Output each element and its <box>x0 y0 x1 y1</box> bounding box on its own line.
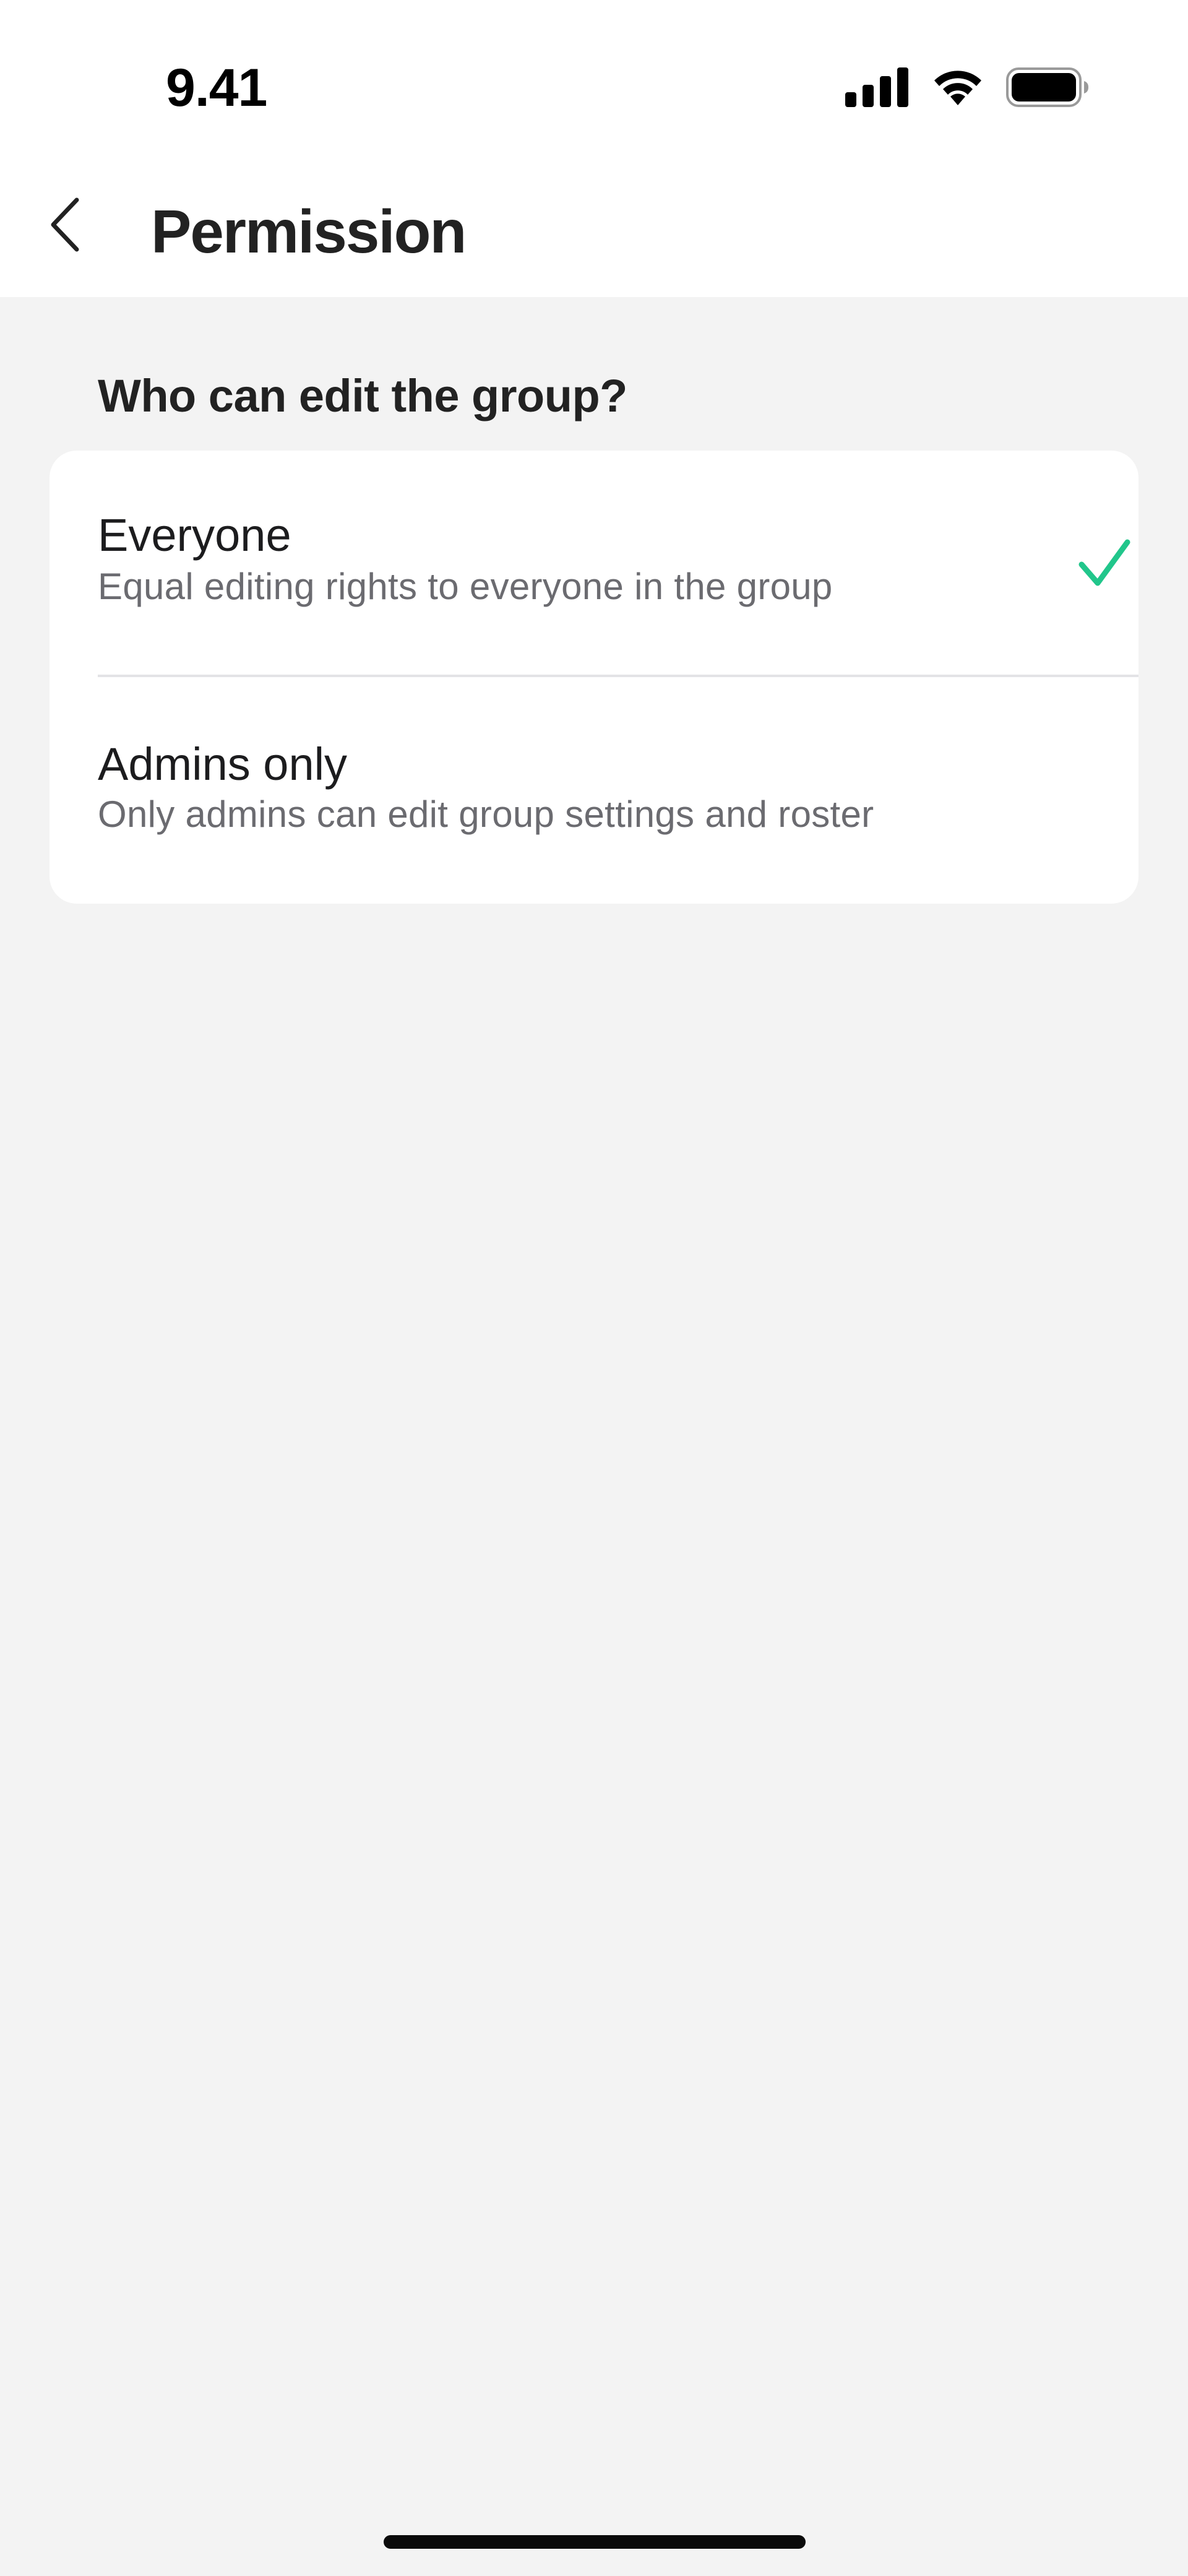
status-bar: 9.41 <box>0 0 1188 167</box>
option-description: Equal editing rights to everyone in the … <box>98 566 833 607</box>
option-admins-only[interactable]: Admins only Only admins can edit group s… <box>50 677 1138 904</box>
wifi-icon <box>929 67 986 108</box>
home-indicator <box>384 2535 806 2549</box>
permission-options-card: Everyone Equal editing rights to everyon… <box>50 451 1138 904</box>
option-description: Only admins can edit group settings and … <box>98 793 874 835</box>
status-icons <box>845 67 1089 108</box>
option-title: Everyone <box>98 509 291 561</box>
chevron-left-icon <box>47 196 84 256</box>
page-title: Permission <box>151 197 467 266</box>
checkmark-icon <box>1077 536 1132 592</box>
status-time: 9.41 <box>166 58 267 118</box>
option-everyone[interactable]: Everyone Equal editing rights to everyon… <box>50 451 1138 677</box>
navigation-bar: Permission <box>0 167 1188 297</box>
option-title: Admins only <box>98 738 348 790</box>
battery-icon <box>1006 67 1089 107</box>
cellular-signal-icon <box>845 67 910 107</box>
back-button[interactable] <box>35 192 97 260</box>
section-heading: Who can edit the group? <box>98 370 627 421</box>
